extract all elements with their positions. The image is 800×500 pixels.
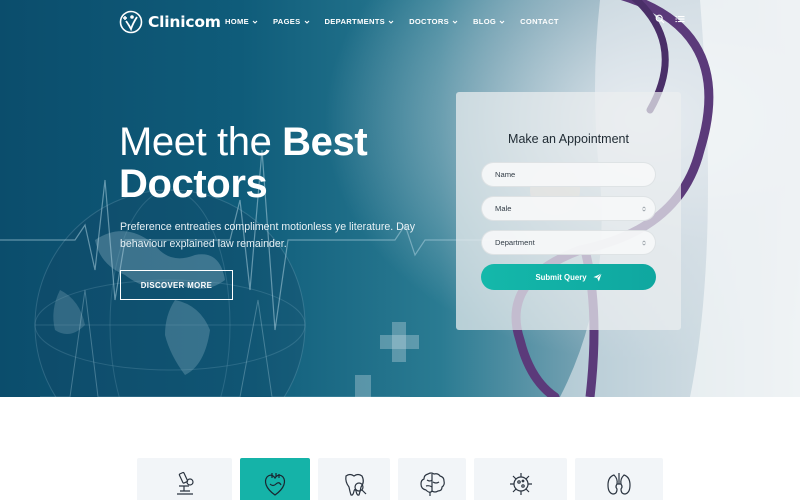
gender-select[interactable]: Male [481, 196, 656, 221]
hero-headline: Meet the Best Doctors [119, 120, 368, 206]
discover-more-button[interactable]: DISCOVER MORE [120, 270, 233, 300]
page: Clinicom HOME PAGES DEPARTMENTS DOCTORS [0, 0, 800, 500]
nav-item-blog[interactable]: BLOG [473, 17, 505, 26]
headline-bold-2: Doctors [119, 162, 268, 206]
name-input[interactable]: Name [481, 162, 656, 187]
search-icon[interactable] [655, 14, 665, 24]
nav-item-departments[interactable]: DEPARTMENTS [325, 17, 395, 26]
nav-item-label: HOME [225, 17, 249, 26]
chevron-down-icon [388, 20, 394, 24]
services-section [0, 397, 800, 500]
service-card-virology[interactable] [474, 458, 567, 500]
name-placeholder: Name [495, 170, 516, 179]
headline-light: Meet the [119, 120, 272, 164]
hero-section: Clinicom HOME PAGES DEPARTMENTS DOCTORS [0, 0, 800, 397]
brand-name: Clinicom [148, 13, 221, 31]
nav-item-label: DOCTORS [409, 17, 449, 26]
nav-actions [655, 14, 685, 24]
kidney-icon [607, 473, 631, 495]
service-card-cardiology[interactable] [240, 458, 310, 500]
main-menu: HOME PAGES DEPARTMENTS DOCTORS BLOG CONT… [225, 17, 574, 26]
paper-plane-icon [593, 272, 602, 282]
headline-bold-1: Best [282, 120, 368, 164]
service-card-research[interactable] [137, 458, 232, 500]
brain-icon [420, 472, 445, 496]
microscope-icon [176, 471, 194, 495]
tooth-icon [345, 473, 367, 496]
nav-item-doctors[interactable]: DOCTORS [409, 17, 458, 26]
nav-item-label: CONTACT [520, 17, 559, 26]
department-value: Department [495, 238, 535, 247]
chevron-down-icon [252, 20, 258, 24]
submit-label: Submit Query [535, 272, 587, 282]
nav-item-label: PAGES [272, 17, 301, 26]
medical-cross-graphic [355, 322, 419, 397]
nav-item-pages[interactable]: PAGES [273, 17, 310, 26]
gender-value: Male [495, 204, 512, 213]
nav-item-label: DEPARTMENTS [324, 17, 386, 26]
hero-lead-text: Preference entreaties compliment motionl… [120, 221, 415, 250]
submit-query-button[interactable]: Submit Query [481, 264, 656, 290]
service-card-neurology[interactable] [398, 458, 466, 500]
heart-icon [264, 473, 286, 496]
virus-icon [509, 473, 532, 495]
chevron-down-icon [499, 20, 505, 24]
nav-item-label: BLOG [473, 17, 497, 26]
nav-item-contact[interactable]: CONTACT [520, 17, 559, 26]
service-card-nephrology[interactable] [575, 458, 663, 500]
appointment-title: Make an Appointment [508, 132, 629, 146]
brand-logo[interactable]: Clinicom [119, 10, 221, 34]
service-card-dental[interactable] [318, 458, 390, 500]
logo-icon [119, 10, 143, 34]
top-navbar: Clinicom HOME PAGES DEPARTMENTS DOCTORS [0, 0, 800, 44]
appointment-form: Make an Appointment Name Male Department… [456, 92, 681, 330]
chevron-down-icon [452, 20, 458, 24]
nav-item-home[interactable]: HOME [225, 17, 258, 26]
select-arrows-icon [642, 206, 646, 212]
chevron-down-icon [304, 20, 309, 24]
department-select[interactable]: Department [481, 230, 656, 255]
menu-icon[interactable] [675, 14, 685, 24]
select-arrows-icon [642, 240, 646, 246]
